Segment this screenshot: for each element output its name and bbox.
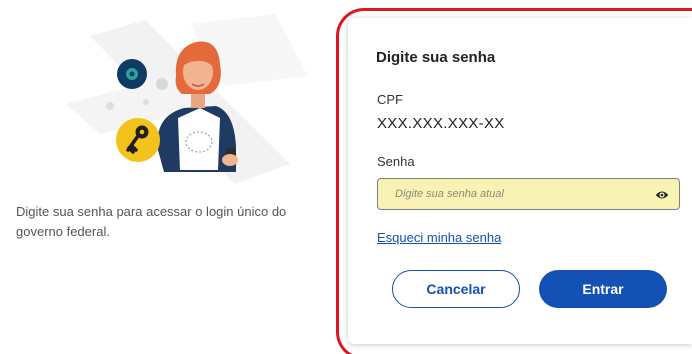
password-label: Senha [377, 154, 415, 169]
cpf-value: XXX.XXX.XXX-XX [377, 115, 505, 132]
password-card: Digite sua senha CPF XXX.XXX.XXX-XX Senh… [348, 18, 692, 344]
card-title: Digite sua senha [376, 49, 496, 66]
cancel-button[interactable]: Cancelar [392, 270, 520, 308]
coin-icon [117, 59, 147, 89]
password-field [377, 178, 680, 210]
login-description: Digite sua senha para acessar o login ún… [16, 204, 287, 239]
key-icon [116, 118, 160, 162]
password-input[interactable] [378, 179, 648, 209]
user-with-key-illustration [66, 14, 308, 184]
login-illustration [40, 14, 320, 196]
forgot-password-link[interactable]: Esqueci minha senha [377, 230, 501, 245]
login-page: Digite sua senha para acessar o login ún… [0, 0, 692, 354]
eye-icon[interactable] [655, 188, 669, 200]
cpf-label: CPF [377, 92, 403, 107]
submit-button[interactable]: Entrar [539, 270, 667, 308]
